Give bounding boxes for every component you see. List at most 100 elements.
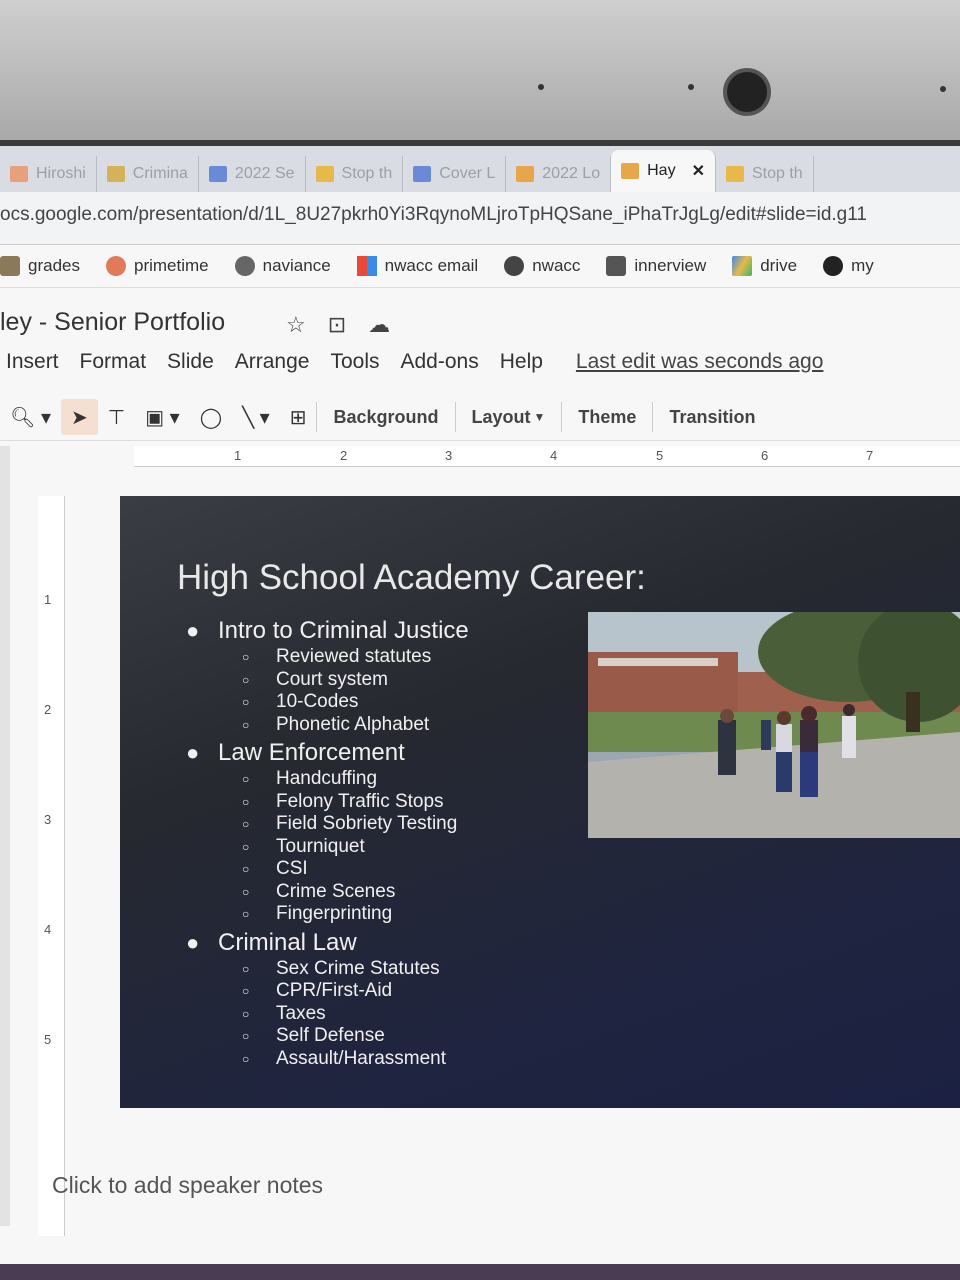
hollow-bullet-icon: ○ [242,884,250,899]
menu-bar: Insert Format Slide Arrange Tools Add-on… [6,350,823,374]
hollow-bullet-icon: ○ [242,907,250,922]
bookmark-drive[interactable]: drive [732,256,797,276]
tree-icon [504,256,525,276]
hollow-bullet-icon: ○ [242,862,250,877]
shape-icon[interactable]: ◯ [190,405,232,430]
title-actions: ☆ ⊡ ☁ [286,312,390,338]
hollow-bullet-icon: ○ [242,794,250,809]
layout-button[interactable]: Layout ▼ [454,402,562,432]
slide-canvas[interactable]: High School Academy Career: ● Intro to Cr… [120,496,960,1108]
bookmark-primetime[interactable]: primetime [105,256,209,276]
ruler-mark: 5 [44,1032,52,1047]
drive-icon [725,166,744,182]
text-box-icon[interactable]: ⊤ [98,405,135,430]
bullet-level-1: ● Criminal Law [180,928,469,958]
add-comment-icon[interactable]: ⊞ [280,405,317,430]
hollow-bullet-icon: ○ [242,984,250,999]
bookmark-label: primetime [133,256,209,275]
slide-photo[interactable] [588,612,960,838]
browser-tab-active[interactable]: Hay ✕ [611,150,716,192]
bookmark-my[interactable]: my [823,256,874,276]
address-bar[interactable]: ocs.google.com/presentation/d/1L_8U27pkr… [0,192,960,245]
browser-tab[interactable]: Hiroshi [0,156,97,192]
bullet-text: Fingerprinting [276,903,393,925]
menu-arrange[interactable]: Arrange [235,350,310,374]
bookmark-grades[interactable]: grades [0,256,80,276]
bookmark-nwacc-email[interactable]: nwacc email [356,256,479,276]
ruler-mark: 5 [656,448,664,463]
cloud-status-icon[interactable]: ☁ [368,312,390,338]
menu-add-ons[interactable]: Add-ons [401,350,479,374]
document-title[interactable]: ley - Senior Portfolio [0,308,225,337]
primetime-icon [105,256,126,276]
menu-slide[interactable]: Slide [167,350,214,374]
bullet-level-2: ○ Sex Crime Statutes [180,958,469,981]
speaker-notes-placeholder[interactable]: Click to add speaker notes [52,1172,323,1199]
hollow-bullet-icon: ○ [242,839,250,854]
bookmarks-bar: grades primetime naviance nwacc email nw… [0,245,960,288]
bullet-level-2: ○ Crime Scenes [180,881,469,904]
bullet-level-2: ○ Self Defense [180,1025,469,1048]
zoom-icon[interactable]: 🔍︎ ▾ [0,405,61,430]
ruler-mark: 7 [866,448,874,463]
select-pointer-icon[interactable]: ➤ [61,399,98,435]
bookmark-label: nwacc email [384,256,479,275]
bullet-text: CSI [276,858,308,880]
bookmark-label: grades [28,256,80,275]
tab-label: 2022 Se [234,165,295,182]
menu-help[interactable]: Help [500,350,543,374]
microsoft-icon [356,256,377,276]
hollow-bullet-icon: ○ [242,817,250,832]
hollow-bullet-icon: ○ [242,961,250,976]
last-edit-link[interactable]: Last edit was seconds ago [576,350,824,374]
sensor-dot [688,84,694,90]
tab-label: Cover L [439,165,496,182]
browser-tab[interactable]: Stop th [306,156,404,192]
bullet-level-2: ○ Phonetic Alphabet [180,714,469,737]
ruler-mark: 1 [234,448,242,463]
chevron-down-icon: ▼ [533,410,546,424]
hollow-bullet-icon: ○ [242,672,250,687]
bookmark-nwacc[interactable]: nwacc [504,256,580,276]
tab-label: Hiroshi [36,165,86,182]
browser-tab[interactable]: 2022 Lo [506,156,612,192]
ruler-mark: 4 [550,448,558,463]
globe-icon [234,256,255,276]
browser-tab[interactable]: Cover L [403,156,507,192]
background-button[interactable]: Background [316,402,454,432]
insert-image-icon[interactable]: ▣ ▾ [135,405,190,430]
bookmark-label: my [851,256,874,275]
grades-icon [0,256,20,276]
url-text[interactable]: ocs.google.com/presentation/d/1L_8U27pkr… [0,204,867,226]
browser-tab[interactable]: Stop th [716,156,814,192]
bookmark-innerview[interactable]: innerview [606,256,706,276]
bullet-text: CPR/First-Aid [276,980,393,1002]
tab-label: Stop th [751,165,803,182]
tab-label: Hay [647,162,676,179]
theme-button[interactable]: Theme [561,402,652,432]
browser-tab[interactable]: 2022 Se [199,156,306,192]
menu-format[interactable]: Format [80,350,147,374]
ruler-mark: 4 [44,922,52,937]
bullet-level-2: ○ Assault/Harassment [180,1048,469,1071]
move-to-folder-icon[interactable]: ⊡ [328,312,346,338]
bullet-text: Reviewed statutes [276,646,432,668]
bullet-text: Self Defense [276,1025,385,1047]
menu-insert[interactable]: Insert [6,350,59,374]
transition-button[interactable]: Transition [652,402,771,432]
line-icon[interactable]: ╲ ▾ [232,405,280,430]
browser-window: Hiroshi Crimina 2022 Se Stop th Cover L … [0,146,960,1264]
layout-label: Layout [471,406,531,427]
slide-body-text[interactable]: ● Intro to Criminal Justice ○ Reviewed sta… [180,614,469,1070]
bullet-level-2: ○ Reviewed statutes [180,646,469,669]
bullet-text: Field Sobriety Testing [276,813,458,835]
browser-tab[interactable]: Crimina [97,156,199,192]
filmstrip-edge[interactable] [0,446,10,1226]
p-icon [823,256,844,276]
menu-tools[interactable]: Tools [330,350,379,374]
star-icon[interactable]: ☆ [286,312,306,338]
bookmark-naviance[interactable]: naviance [234,256,331,276]
drive-icon [315,166,334,182]
slide-title[interactable]: High School Academy Career: [177,558,646,598]
close-tab-icon[interactable]: ✕ [692,161,705,181]
